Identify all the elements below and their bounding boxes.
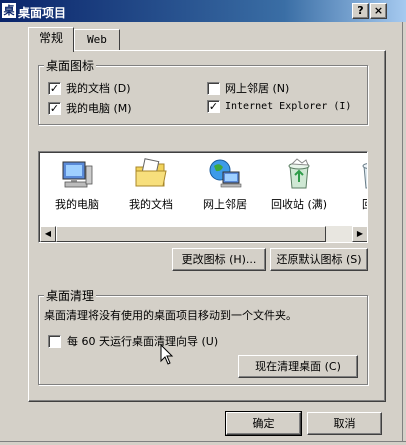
title-bar[interactable]: 桌 桌面项目 ? × — [0, 0, 406, 22]
my-documents-icon — [135, 158, 167, 187]
icon-item-label: 网上邻居 — [203, 198, 247, 211]
mouse-cursor-icon — [160, 344, 174, 365]
my-computer-icon — [62, 161, 93, 188]
icon-item-label: 回收站 (满) — [270, 198, 328, 211]
cleanup-description: 桌面清理将没有使用的桌面项目移动到一个文件夹。 — [44, 309, 297, 322]
scroll-left-button[interactable]: ◀ — [40, 226, 56, 242]
window-system-icon[interactable]: 桌 — [2, 3, 16, 18]
icon-list-scrollbar[interactable]: ◀ ▶ — [40, 226, 367, 242]
scroll-thumb[interactable] — [56, 226, 326, 242]
desktop-icon-list[interactable]: 我的电脑 我的文档 网上邻居 回收站 (满) ◀ ▶ — [38, 151, 368, 243]
checkbox-box[interactable]: ✓ — [48, 81, 61, 95]
ok-button[interactable]: 确定 — [225, 411, 302, 436]
tab-general[interactable]: 常规 — [28, 27, 74, 52]
clean-desktop-now-button[interactable]: 现在清理桌面 (C) — [238, 355, 358, 378]
icon-item-my-computer[interactable]: 我的电脑 — [41, 158, 113, 212]
checkbox-run-cleanup-wizard[interactable]: 每 60 天运行桌面清理向导 (U) — [48, 333, 218, 349]
close-button[interactable]: × — [370, 3, 387, 19]
icon-item-my-documents[interactable]: 我的文档 — [115, 158, 187, 212]
checkbox-label: Internet Explorer (I) — [225, 101, 352, 112]
icon-item-label: 我的电脑 — [55, 198, 99, 211]
desktop-cleanup-group-title: 桌面清理 — [44, 287, 97, 304]
recycle-bin-full-icon — [288, 158, 310, 189]
checkbox-internet-explorer[interactable]: ✓ Internet Explorer (I) — [207, 100, 351, 113]
network-places-icon — [209, 159, 242, 188]
icon-item-label: 回收 — [362, 198, 367, 211]
checkbox-my-computer[interactable]: ✓ 我的电脑 (M) — [48, 100, 132, 116]
recycle-bin-empty-icon — [362, 163, 367, 189]
checkbox-box[interactable] — [48, 334, 61, 348]
checkbox-network-places[interactable]: 网上邻居 (N) — [207, 80, 289, 96]
icon-item-recycle-bin-full[interactable]: 回收站 (满) — [263, 158, 335, 212]
checkbox-box[interactable] — [207, 81, 220, 95]
window-frame-bottom — [0, 441, 406, 445]
change-icon-button[interactable]: 更改图标 (H)... — [172, 248, 266, 271]
help-button[interactable]: ? — [352, 3, 369, 19]
checkbox-my-documents[interactable]: ✓ 我的文档 (D) — [48, 80, 131, 96]
checkbox-label: 每 60 天运行桌面清理向导 (U) — [67, 335, 219, 348]
scroll-right-button[interactable]: ▶ — [352, 226, 367, 242]
checkbox-box[interactable]: ✓ — [207, 100, 220, 113]
cancel-button[interactable]: 取消 — [307, 412, 382, 435]
checkbox-label: 网上邻居 (N) — [225, 82, 290, 95]
icon-item-recycle-bin[interactable]: 回收 — [337, 158, 367, 212]
tab-web[interactable]: Web — [74, 29, 120, 51]
desktop-icons-group-title: 桌面图标 — [44, 57, 97, 74]
window-frame-right — [402, 22, 406, 445]
checkbox-label: 我的电脑 (M) — [66, 102, 132, 115]
checkbox-box[interactable]: ✓ — [48, 101, 61, 115]
restore-default-button[interactable]: 还原默认图标 (S) — [270, 248, 368, 271]
checkbox-label: 我的文档 (D) — [66, 82, 131, 95]
window-title: 桌面项目 — [18, 6, 67, 20]
icon-item-label: 我的文档 — [129, 198, 173, 211]
icon-item-network-places[interactable]: 网上邻居 — [189, 158, 261, 212]
